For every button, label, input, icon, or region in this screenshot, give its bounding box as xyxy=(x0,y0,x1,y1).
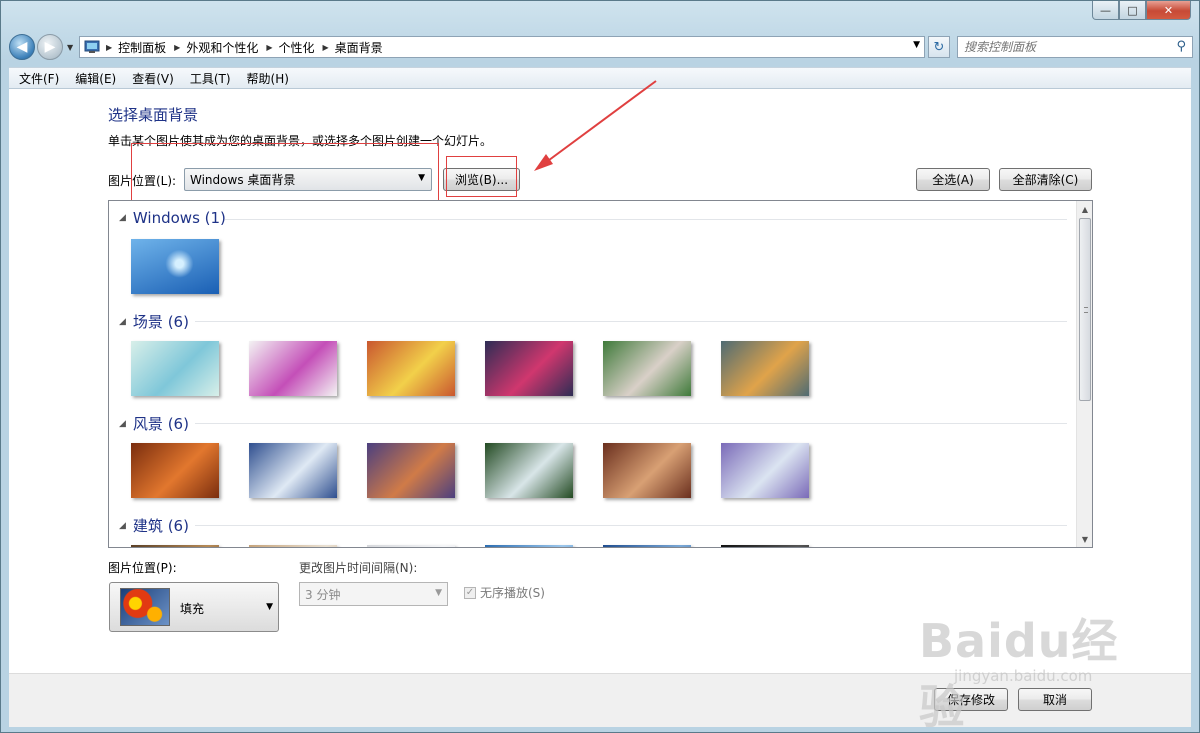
window-controls: — □ ✕ xyxy=(1092,1,1191,20)
navigation-bar: ◀ ▶ ▼ ▶ 控制面板 ▶ 外观和个性化 ▶ 个性化 ▶ 桌面背景 ▼ ↻ ⚲ xyxy=(9,32,1193,62)
address-dropdown-icon[interactable]: ▼ xyxy=(913,40,920,50)
menu-edit[interactable]: 编辑(E) xyxy=(67,70,124,87)
maximize-button[interactable]: □ xyxy=(1119,1,1146,20)
content-pane: 选择桌面背景 单击某个图片使其成为您的桌面背景，或选择多个图片创建一个幻灯片。 … xyxy=(9,89,1191,673)
minimize-button[interactable]: — xyxy=(1092,1,1119,20)
interval-value: 3 分钟 xyxy=(305,587,341,602)
wallpaper-thumbnail[interactable] xyxy=(721,545,809,547)
wallpaper-thumbnail[interactable] xyxy=(249,545,337,547)
group-divider xyxy=(225,219,1067,220)
group-divider xyxy=(195,423,1067,424)
recent-pages-chevron-icon[interactable]: ▼ xyxy=(67,43,73,52)
shuffle-label: 无序播放(S) xyxy=(480,586,545,600)
back-button[interactable]: ◀ xyxy=(9,34,35,60)
wallpaper-thumbnail[interactable] xyxy=(721,443,809,498)
group-name: 场景 (6) xyxy=(132,313,189,331)
scroll-down-icon[interactable]: ▼ xyxy=(1077,531,1092,547)
group-name: 建筑 (6) xyxy=(132,517,189,535)
breadcrumb-separator-icon: ▶ xyxy=(106,42,113,52)
wallpaper-thumbnail[interactable] xyxy=(603,443,691,498)
interval-label: 更改图片时间间隔(N): xyxy=(299,561,418,575)
wallpaper-thumbnail[interactable] xyxy=(603,341,691,396)
search-icon[interactable]: ⚲ xyxy=(1176,39,1186,54)
wallpaper-thumbnail[interactable] xyxy=(603,545,691,547)
action-bar: 保存修改 取消 xyxy=(9,673,1191,727)
breadcrumb-separator-icon[interactable]: ▶ xyxy=(323,43,329,52)
breadcrumb-separator-icon[interactable]: ▶ xyxy=(266,43,272,52)
wallpaper-thumbnail[interactable] xyxy=(367,341,455,396)
forward-button[interactable]: ▶ xyxy=(37,34,63,60)
group-header[interactable]: ◢ 场景 (6) xyxy=(119,311,189,332)
save-changes-button[interactable]: 保存修改 xyxy=(934,688,1008,711)
browse-button[interactable]: 浏览(B)... xyxy=(443,168,520,191)
wallpaper-gallery[interactable]: ◢ Windows (1) ◢ 场景 (6) ◢ 风景 (6) ◢ 建筑 (6) ▲ ▼ xyxy=(108,200,1093,548)
gallery-scrollbar[interactable]: ▲ ▼ xyxy=(1076,201,1092,547)
group-name: 风景 (6) xyxy=(132,415,189,433)
control-panel-window: — □ ✕ ◀ ▶ ▼ ▶ 控制面板 ▶ 外观和个性化 ▶ 个性化 ▶ 桌面背景… xyxy=(0,0,1200,733)
chevron-down-icon: ▼ xyxy=(266,602,273,612)
search-input[interactable] xyxy=(964,40,1164,54)
close-button[interactable]: ✕ xyxy=(1146,1,1191,20)
group-name: Windows (1) xyxy=(132,209,226,227)
group-header[interactable]: ◢ 风景 (6) xyxy=(119,413,189,434)
menu-file[interactable]: 文件(F) xyxy=(11,70,67,87)
control-panel-icon xyxy=(84,40,100,53)
wallpaper-thumbnail[interactable] xyxy=(367,545,455,547)
breadcrumb-appearance[interactable]: 外观和个性化 xyxy=(186,39,258,56)
collapse-triangle-icon[interactable]: ◢ xyxy=(119,521,126,531)
picture-position-value: 填充 xyxy=(180,602,205,616)
group-divider xyxy=(195,321,1067,322)
wallpaper-thumbnail[interactable] xyxy=(131,443,219,498)
checkbox-check-icon[interactable]: ✓ xyxy=(464,586,476,599)
scroll-up-icon[interactable]: ▲ xyxy=(1077,201,1092,217)
breadcrumb-desktop-background[interactable]: 桌面背景 xyxy=(335,39,383,56)
search-box[interactable]: ⚲ xyxy=(957,36,1193,58)
refresh-icon: ↻ xyxy=(933,39,945,55)
collapse-triangle-icon[interactable]: ◢ xyxy=(119,419,126,429)
address-bar[interactable]: ▶ 控制面板 ▶ 外观和个性化 ▶ 个性化 ▶ 桌面背景 ▼ xyxy=(79,36,925,58)
page-title: 选择桌面背景 xyxy=(108,106,199,124)
picture-position-select[interactable]: 填充 ▼ xyxy=(109,582,279,632)
back-arrow-icon: ◀ xyxy=(16,39,28,55)
wallpaper-thumbnail[interactable] xyxy=(249,341,337,396)
picture-position-label: 图片位置(P): xyxy=(108,561,177,575)
menu-bar: 文件(F) 编辑(E) 查看(V) 工具(T) 帮助(H) xyxy=(9,67,1191,89)
page-description: 单击某个图片使其成为您的桌面背景，或选择多个图片创建一个幻灯片。 xyxy=(108,134,493,148)
scrollbar-thumb[interactable] xyxy=(1079,218,1091,401)
wallpaper-thumbnail[interactable] xyxy=(131,239,219,294)
clear-all-button[interactable]: 全部清除(C) xyxy=(999,168,1092,191)
breadcrumb-separator-icon[interactable]: ▶ xyxy=(174,43,180,52)
refresh-button[interactable]: ↻ xyxy=(928,36,950,58)
select-all-button[interactable]: 全选(A) xyxy=(916,168,990,191)
position-preview-thumbnail xyxy=(120,588,170,626)
chevron-down-icon: ▼ xyxy=(418,173,425,183)
wallpaper-thumbnail[interactable] xyxy=(131,341,219,396)
wallpaper-thumbnail[interactable] xyxy=(485,341,573,396)
wallpaper-thumbnail[interactable] xyxy=(721,341,809,396)
collapse-triangle-icon[interactable]: ◢ xyxy=(119,317,126,327)
breadcrumb-control-panel[interactable]: 控制面板 xyxy=(118,39,166,56)
cancel-button[interactable]: 取消 xyxy=(1018,688,1092,711)
menu-view[interactable]: 查看(V) xyxy=(124,70,182,87)
collapse-triangle-icon[interactable]: ◢ xyxy=(119,213,126,223)
grip-icon xyxy=(1084,307,1088,313)
picture-location-label: 图片位置(L): xyxy=(108,174,177,188)
wallpaper-thumbnail[interactable] xyxy=(249,443,337,498)
wallpaper-thumbnail[interactable] xyxy=(485,545,573,547)
wallpaper-thumbnail[interactable] xyxy=(485,443,573,498)
group-header[interactable]: ◢ 建筑 (6) xyxy=(119,515,189,536)
group-header[interactable]: ◢ Windows (1) xyxy=(119,209,226,227)
wallpaper-thumbnail[interactable] xyxy=(367,443,455,498)
picture-location-select[interactable]: Windows 桌面背景 ▼ xyxy=(184,168,432,191)
forward-arrow-icon: ▶ xyxy=(44,39,56,55)
interval-select[interactable]: 3 分钟 ▼ xyxy=(299,582,448,606)
group-divider xyxy=(195,525,1067,526)
picture-location-value: Windows 桌面背景 xyxy=(190,173,296,187)
breadcrumb-personalization[interactable]: 个性化 xyxy=(279,39,315,56)
chevron-down-icon: ▼ xyxy=(435,588,442,598)
menu-tools[interactable]: 工具(T) xyxy=(182,70,239,87)
shuffle-checkbox[interactable]: ✓ 无序播放(S) xyxy=(464,584,545,601)
wallpaper-thumbnail[interactable] xyxy=(131,545,219,547)
menu-help[interactable]: 帮助(H) xyxy=(239,70,297,87)
